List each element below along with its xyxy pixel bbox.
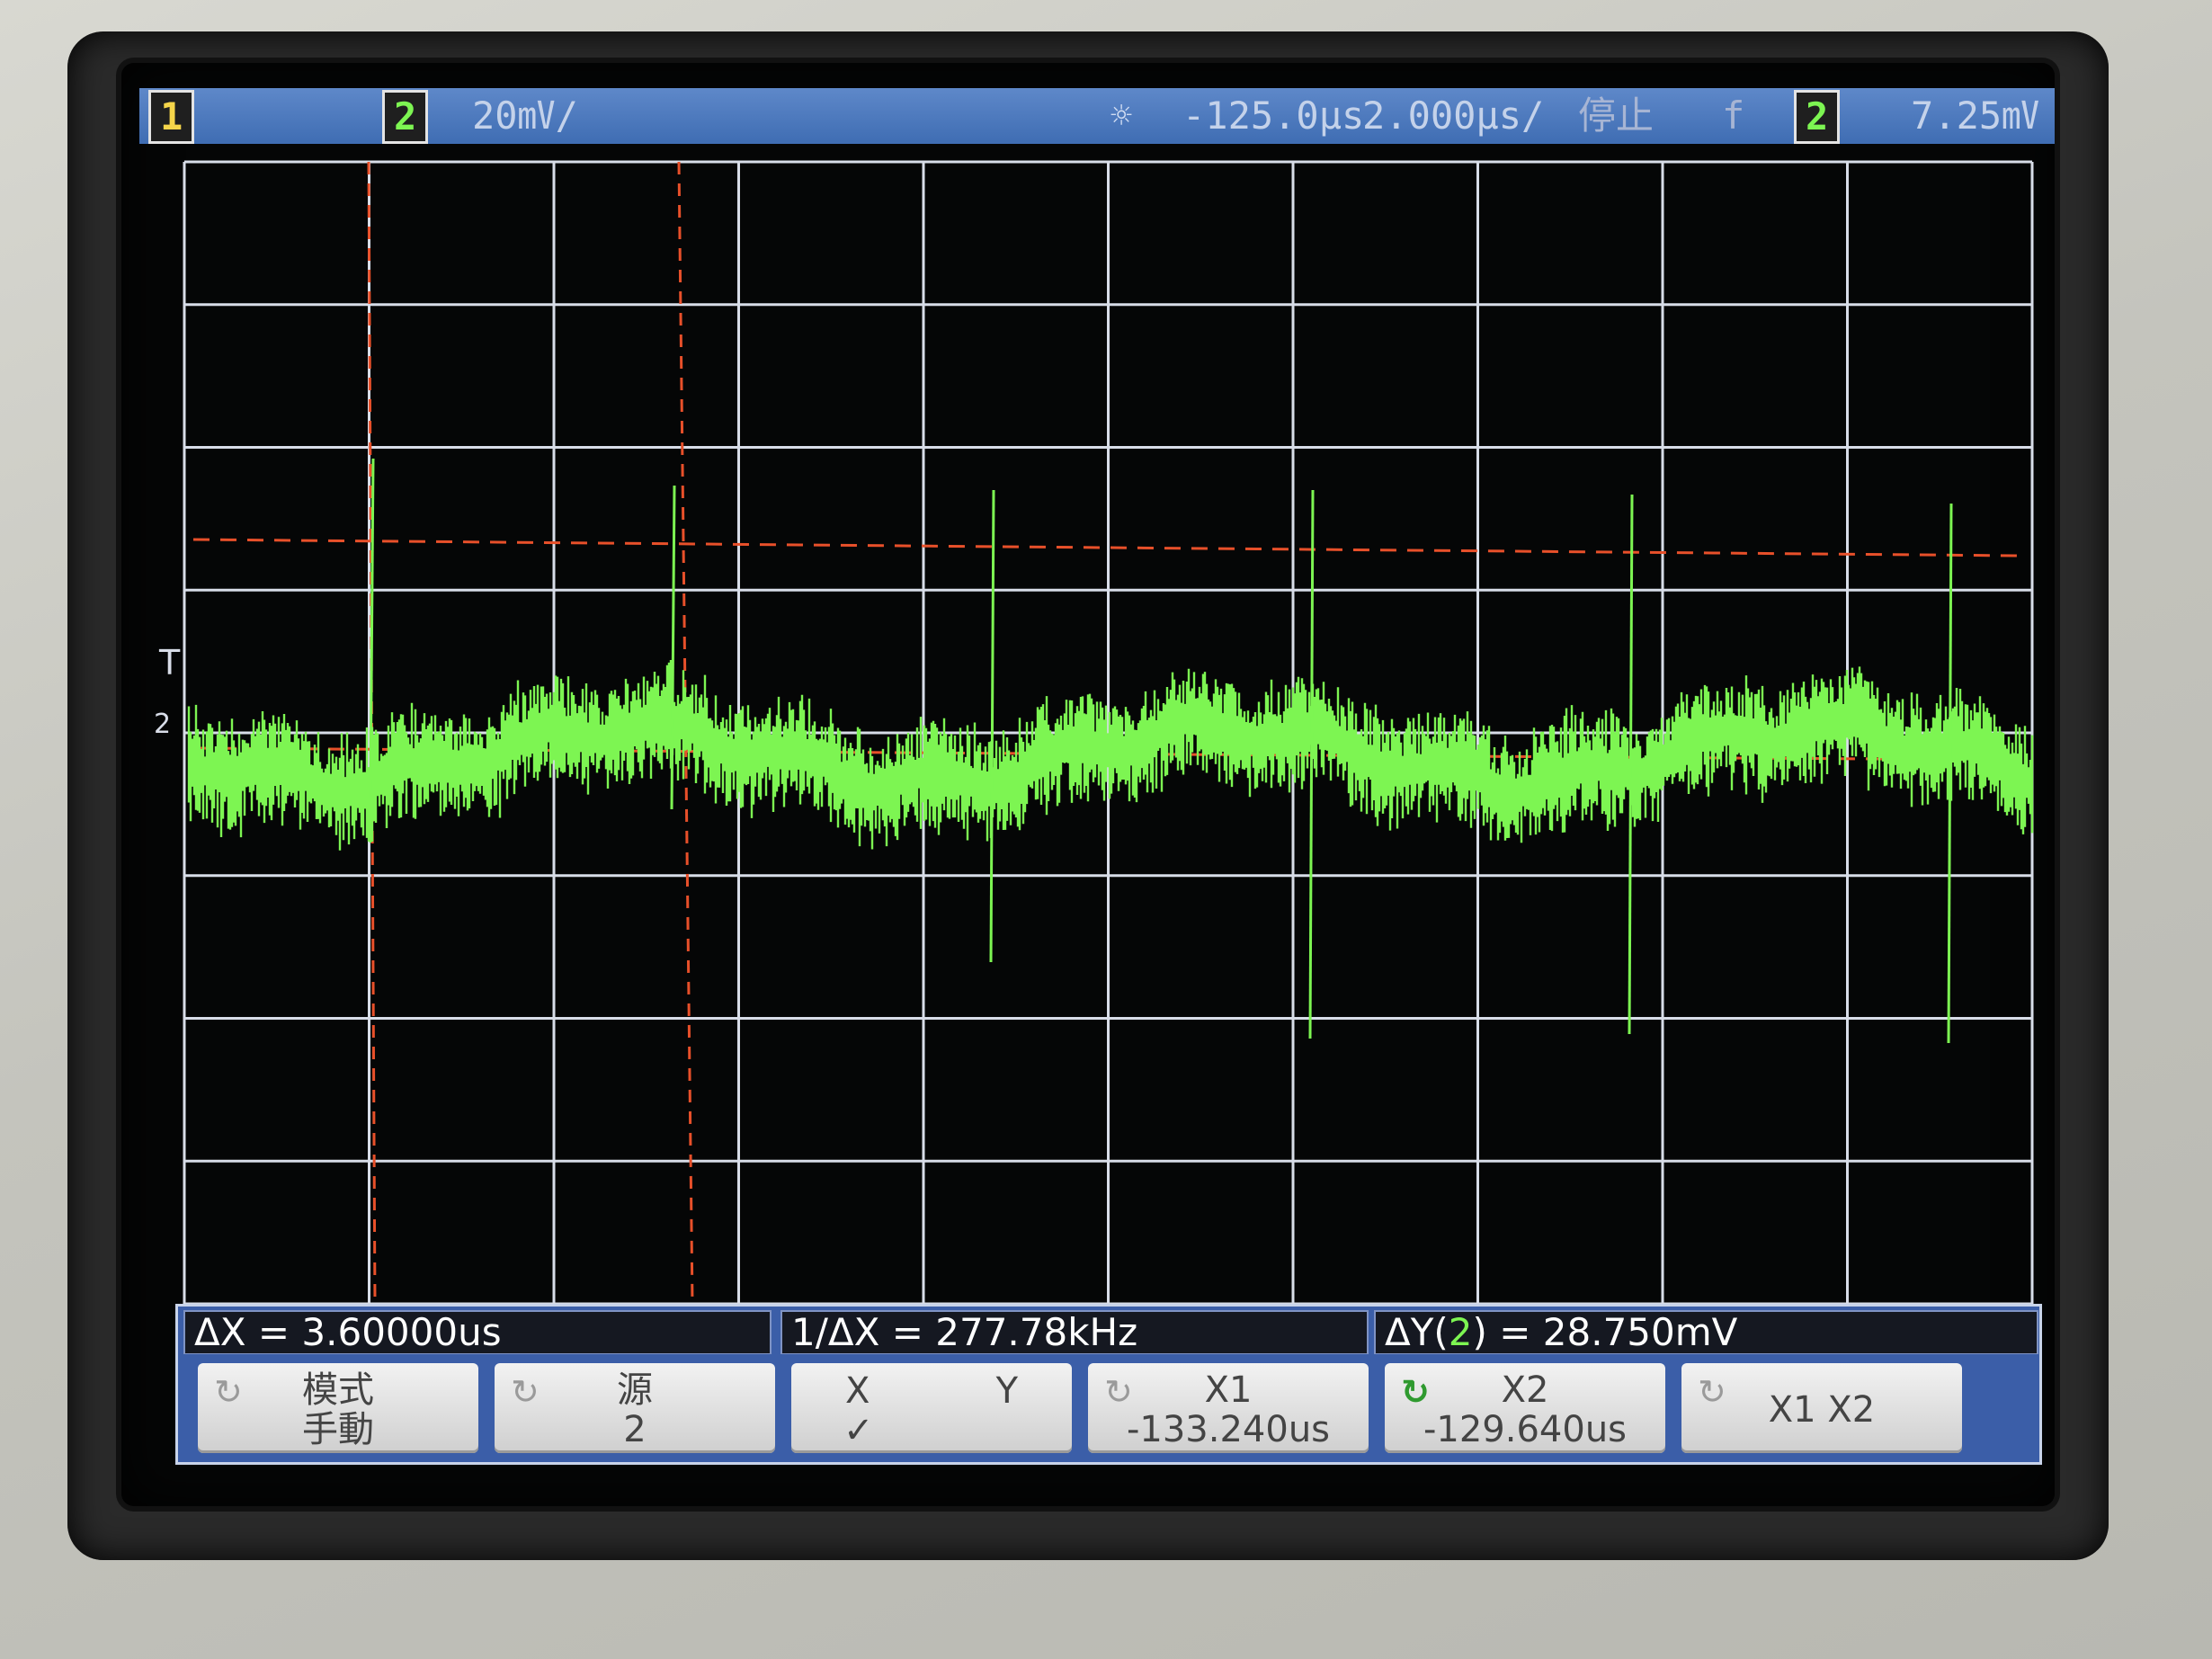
oscilloscope-screen: 1 2 20㎷/ ☼ -125.0μs 2.000μs/ 停止 f 2 7.25…	[121, 63, 2055, 1506]
x1-label: X1	[1088, 1370, 1369, 1410]
trace-spike	[991, 490, 994, 962]
softkey-menu: ↻ 模式 手動 ↻ 源 2 X Y ✓ ↻ X1 -133.240us ↻ X2…	[175, 1354, 2042, 1465]
delta-y-value: ) = 28.750mV	[1473, 1310, 1738, 1354]
x1-softkey[interactable]: ↻ X1 -133.240us	[1088, 1363, 1369, 1453]
trace-noise-band	[189, 660, 2032, 851]
trigger-level-marker: T	[158, 643, 181, 682]
trace-spike	[1629, 495, 1632, 1034]
source-value: 2	[495, 1410, 775, 1449]
source-softkey[interactable]: ↻ 源 2	[495, 1363, 775, 1453]
level-markers: T 2	[154, 643, 181, 740]
x-option: X	[845, 1370, 870, 1412]
x1-value: -133.240us	[1088, 1410, 1369, 1449]
x1x2-softkey[interactable]: ↻ X1 X2	[1681, 1363, 1962, 1453]
channel-2-ground-marker: 2	[154, 709, 171, 740]
x2-softkey[interactable]: ↻ X2 -129.640us	[1385, 1363, 1665, 1453]
cursor-readout-bar: ΔX = 3.60000us 1/ΔX = 277.78kHz ΔY(2) = …	[175, 1304, 2042, 1357]
y-option: Y	[996, 1370, 1018, 1412]
mode-softkey[interactable]: ↻ 模式 手動	[198, 1363, 478, 1453]
trace-spike	[672, 486, 674, 809]
x1x2-label: X1 X2	[1681, 1390, 1962, 1430]
check-icon: ✓	[843, 1410, 874, 1451]
trace-spike	[1310, 490, 1313, 1039]
mode-value: 手動	[198, 1410, 478, 1449]
channel-2-trace	[189, 459, 2032, 1043]
mode-label: 模式	[198, 1370, 478, 1410]
x2-label: X2	[1385, 1370, 1665, 1410]
cursor-y1	[193, 540, 2019, 556]
source-label: 源	[495, 1370, 775, 1410]
delta-y-readout: ΔY(2) = 28.750mV	[1374, 1310, 2038, 1355]
delta-y-channel: 2	[1449, 1310, 1473, 1354]
waveform-display: T 2	[121, 63, 2055, 1304]
inverse-delta-x-readout: 1/ΔX = 277.78kHz	[780, 1310, 1369, 1355]
xy-softkey[interactable]: X Y ✓	[791, 1363, 1072, 1453]
x2-value: -129.640us	[1385, 1410, 1665, 1449]
delta-x-readout: ΔX = 3.60000us	[183, 1310, 772, 1355]
delta-y-prefix: ΔY(	[1385, 1310, 1449, 1354]
trace-spike	[1949, 504, 1951, 1043]
